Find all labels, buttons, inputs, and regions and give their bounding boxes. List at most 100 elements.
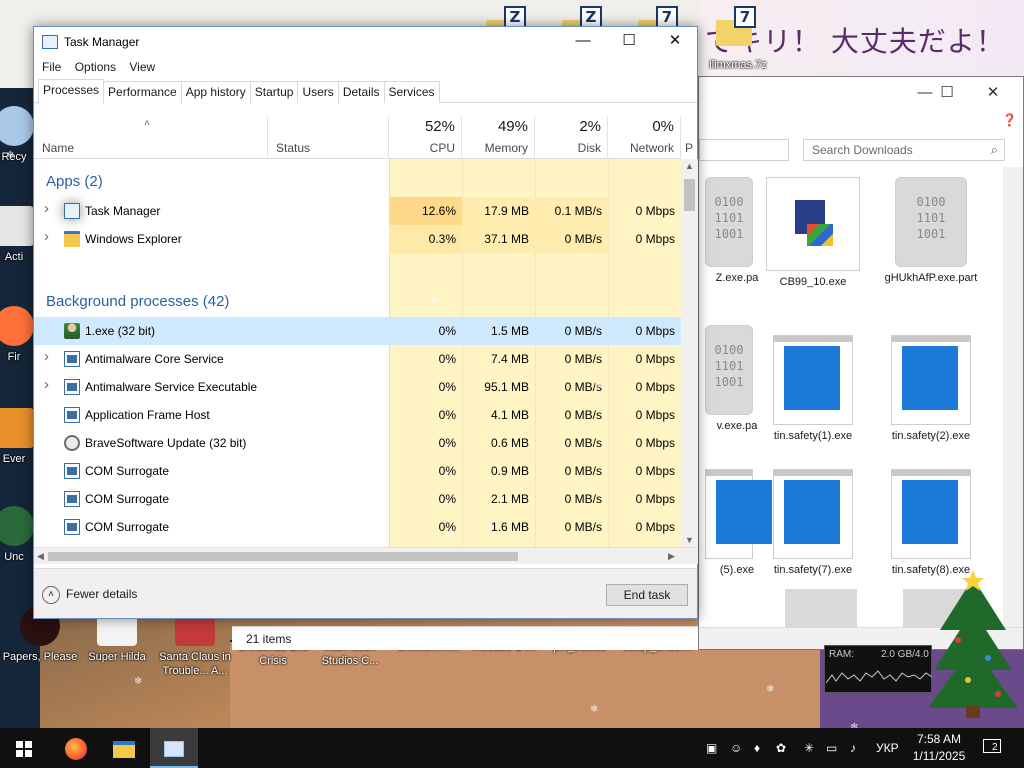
file-tile[interactable]: 0100 1101 1001 gHUkhAfP.exe.part — [881, 177, 981, 285]
language-indicator[interactable]: УКР — [876, 728, 899, 768]
network-icon[interactable]: ▭ — [826, 728, 837, 768]
close-icon[interactable]: ✕ — [973, 81, 1013, 105]
snowflake-decoration: ❄ — [256, 168, 265, 179]
search-placeholder: Search Downloads — [812, 143, 913, 157]
group-header-apps[interactable]: Apps (2) — [46, 173, 103, 190]
start-button[interactable] — [0, 728, 48, 768]
process-memory-value: 4.1 MB — [490, 408, 529, 422]
process-row[interactable]: BraveSoftware Update (32 bit) 0% 0.6 MB 0 M… — [34, 429, 681, 457]
explorer-search-input[interactable]: Search Downloads ⌕ — [803, 139, 1005, 161]
tab-performance[interactable]: Performance — [103, 81, 182, 103]
window-icon — [64, 491, 80, 507]
expand-chevron-icon[interactable]: › — [44, 228, 49, 245]
tab-app-history[interactable]: App history — [180, 81, 251, 103]
end-task-button[interactable]: End task — [606, 584, 688, 606]
process-row[interactable]: COM Surrogate 0% 2.1 MB 0 MB/s 0 Mbps — [34, 485, 681, 513]
process-row[interactable]: › Antimalware Core Service 0% 7.4 MB 0 MB/s 0… — [34, 345, 681, 373]
column-cpu[interactable]: 52% CPU — [389, 116, 462, 159]
folder-icon — [113, 740, 135, 758]
process-disk-value: 0 MB/s — [564, 324, 602, 338]
tray-icon-drop[interactable]: ♦ — [754, 728, 760, 768]
file-tile[interactable]: CB99_10.exe — [763, 177, 863, 289]
task-manager-window[interactable]: Task Manager — ☐ ✕ File Options View Pro… — [33, 26, 698, 619]
menu-bar: File Options View — [34, 57, 697, 79]
desktop-archive-icon[interactable]: 7 — [716, 6, 756, 50]
file-tile[interactable]: tin.safety(8).exe — [881, 469, 981, 577]
tray-icon-monitor[interactable]: ▣ — [706, 728, 717, 768]
column-network[interactable]: 0% Network — [608, 116, 681, 159]
window-icon — [64, 379, 80, 395]
process-row[interactable]: COM Surrogate 0% 1.6 MB 0 MB/s 0 Mbps — [34, 513, 681, 541]
sort-caret-icon: ˄ — [144, 118, 150, 129]
help-icon[interactable]: ❓ — [1002, 113, 1017, 127]
taskbar-firefox[interactable] — [52, 728, 100, 768]
file-tile[interactable]: tin.safety(7).exe — [763, 469, 863, 577]
minimize-button[interactable]: — — [560, 27, 606, 57]
volume-icon[interactable]: ♪ — [850, 728, 856, 768]
search-icon: ⌕ — [990, 142, 998, 157]
tray-icon-snow[interactable]: ✳ — [804, 728, 814, 768]
firefox-icon — [0, 306, 34, 346]
tray-icon-people[interactable]: ☺ — [730, 728, 742, 768]
process-cpu-value: 0% — [438, 408, 456, 422]
tab-startup[interactable]: Startup — [249, 81, 299, 103]
process-row[interactable]: › Windows Explorer 0.3% 37.1 MB 0 MB/s 0 Mbps — [34, 225, 681, 253]
menu-file[interactable]: File — [38, 57, 65, 77]
snowflake-decoration: ❄ — [446, 530, 455, 541]
maximize-button[interactable]: ☐ — [606, 27, 652, 57]
process-disk-value: 0 MB/s — [564, 464, 602, 478]
window-icon — [64, 351, 80, 367]
snowflake-decoration: ❄ — [590, 704, 599, 715]
fewer-details-button[interactable]: ˄ Fewer details — [42, 586, 137, 604]
explorer-address-bar[interactable] — [699, 139, 789, 161]
scroll-right-icon[interactable]: ▶ — [668, 551, 675, 562]
maximize-icon[interactable]: ☐ — [927, 81, 967, 105]
notification-center-button[interactable]: 2 — [980, 736, 1006, 760]
expand-chevron-icon[interactable]: › — [44, 376, 49, 393]
taskbar-file-explorer[interactable] — [100, 728, 148, 768]
windows-logo-icon — [16, 741, 32, 758]
process-row[interactable]: COM Surrogate 0% 0.9 MB 0 MB/s 0 Mbps — [34, 457, 681, 485]
ram-graph — [826, 670, 932, 684]
menu-options[interactable]: Options — [71, 57, 120, 77]
column-power[interactable]: P — [681, 116, 698, 159]
taskbar-task-manager[interactable] — [150, 728, 198, 768]
vertical-scrollbar[interactable]: ▲ ▼ — [681, 159, 698, 547]
task-manager-titlebar[interactable]: Task Manager — ☐ ✕ — [34, 27, 697, 57]
close-button[interactable]: ✕ — [652, 27, 698, 57]
scrollbar-thumb[interactable] — [48, 552, 518, 561]
tab-users[interactable]: Users — [297, 81, 339, 103]
explorer-titlebar[interactable]: — ☐ ✕ — [699, 77, 1023, 109]
expand-chevron-icon[interactable]: › — [44, 348, 49, 365]
menu-view[interactable]: View — [125, 57, 159, 77]
explorer-scrollbar[interactable] — [1003, 167, 1023, 627]
expand-chevron-icon[interactable]: › — [44, 200, 49, 217]
column-disk[interactable]: 2% Disk — [535, 116, 608, 159]
group-header-background[interactable]: Background processes (42) — [46, 293, 229, 310]
person-icon — [64, 323, 80, 339]
file-tile[interactable]: tin.safety(1).exe — [763, 335, 863, 443]
column-name[interactable]: ˄ Name — [34, 116, 268, 159]
tray-icon-antivirus[interactable]: ✿ — [776, 728, 786, 768]
snowflake-decoration: ❄ — [6, 150, 15, 161]
system-clock[interactable]: 7:58 AM 1/11/2025 — [904, 731, 974, 765]
desktop-file-label[interactable]: ilimxmas.7z — [698, 58, 778, 72]
file-explorer-window[interactable]: — ☐ ✕ ❓ Search Downloads ⌕ 0100 1101 100… — [698, 76, 1024, 650]
column-status[interactable]: Status — [268, 116, 389, 159]
horizontal-scrollbar[interactable]: ◀ ▶ — [34, 547, 698, 564]
installer-icon — [766, 177, 860, 271]
scroll-up-icon[interactable]: ▲ — [685, 161, 694, 171]
process-row[interactable]: › Antimalware Service Executable 0% 95.1 MB… — [34, 373, 681, 401]
process-row[interactable]: › Task Manager 12.6% 17.9 MB 0.1 MB/s 0 Mbps — [34, 197, 681, 225]
scroll-down-icon[interactable]: ▼ — [685, 535, 694, 545]
tab-services[interactable]: Services — [383, 81, 440, 103]
scroll-left-icon[interactable]: ◀ — [37, 551, 44, 562]
file-tile[interactable]: tin.safety(2).exe — [881, 335, 981, 443]
tab-processes[interactable]: Processes — [38, 79, 105, 104]
process-row[interactable]: Application Frame Host 0% 4.1 MB 0 MB/s 0 Mb… — [34, 401, 681, 429]
tab-details[interactable]: Details — [337, 81, 385, 103]
column-memory[interactable]: 49% Memory — [462, 116, 535, 159]
process-row[interactable]: 1.exe (32 bit) 0% 1.5 MB 0 MB/s 0 Mbps — [34, 317, 681, 345]
scrollbar-thumb[interactable] — [684, 179, 695, 211]
ram-monitor-widget: RAM: 2.0 GB/4.0 — [824, 645, 932, 693]
